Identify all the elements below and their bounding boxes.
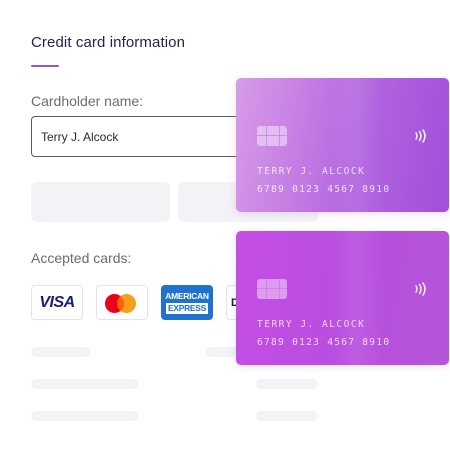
placeholder-line — [31, 379, 139, 389]
placeholder-line — [31, 411, 139, 421]
placeholder-line — [31, 347, 91, 357]
card-number: 6789 0123 4567 8910 — [257, 337, 391, 348]
visa-logo: VISA — [31, 285, 83, 320]
amex-line-2-text: EXPRESS — [165, 303, 209, 314]
placeholder-line — [256, 379, 318, 389]
credit-card-preview: TERRY J. ALCOCK 6789 0123 4567 8910 — [236, 78, 449, 212]
contactless-icon — [415, 282, 426, 296]
visa-logo-text: VISA — [39, 294, 75, 311]
chip-icon — [257, 126, 287, 146]
mastercard-overlap — [117, 294, 136, 313]
amex-line-2: EXPRESS — [163, 303, 211, 314]
american-express-logo: AMERICAN EXPRESS — [161, 285, 213, 320]
placeholder-field — [31, 182, 170, 222]
card-number: 6789 0123 4567 8910 — [257, 184, 391, 195]
cardholder-name-input[interactable] — [31, 116, 261, 157]
placeholder-line — [256, 411, 318, 421]
cardholder-name-label: Cardholder name: — [31, 93, 144, 109]
mastercard-logo — [96, 285, 148, 320]
card-holder-name: TERRY J. ALCOCK — [257, 166, 366, 177]
credit-card-preview: TERRY J. ALCOCK 6789 0123 4567 8910 — [236, 231, 449, 365]
title-underline — [31, 65, 59, 67]
accepted-cards-label: Accepted cards: — [31, 250, 132, 266]
contactless-icon — [415, 129, 426, 143]
amex-line-1: AMERICAN — [165, 291, 209, 301]
card-holder-name: TERRY J. ALCOCK — [257, 319, 366, 330]
section-title: Credit card information — [31, 34, 186, 51]
placeholder-line — [205, 347, 239, 357]
chip-icon — [257, 279, 287, 299]
